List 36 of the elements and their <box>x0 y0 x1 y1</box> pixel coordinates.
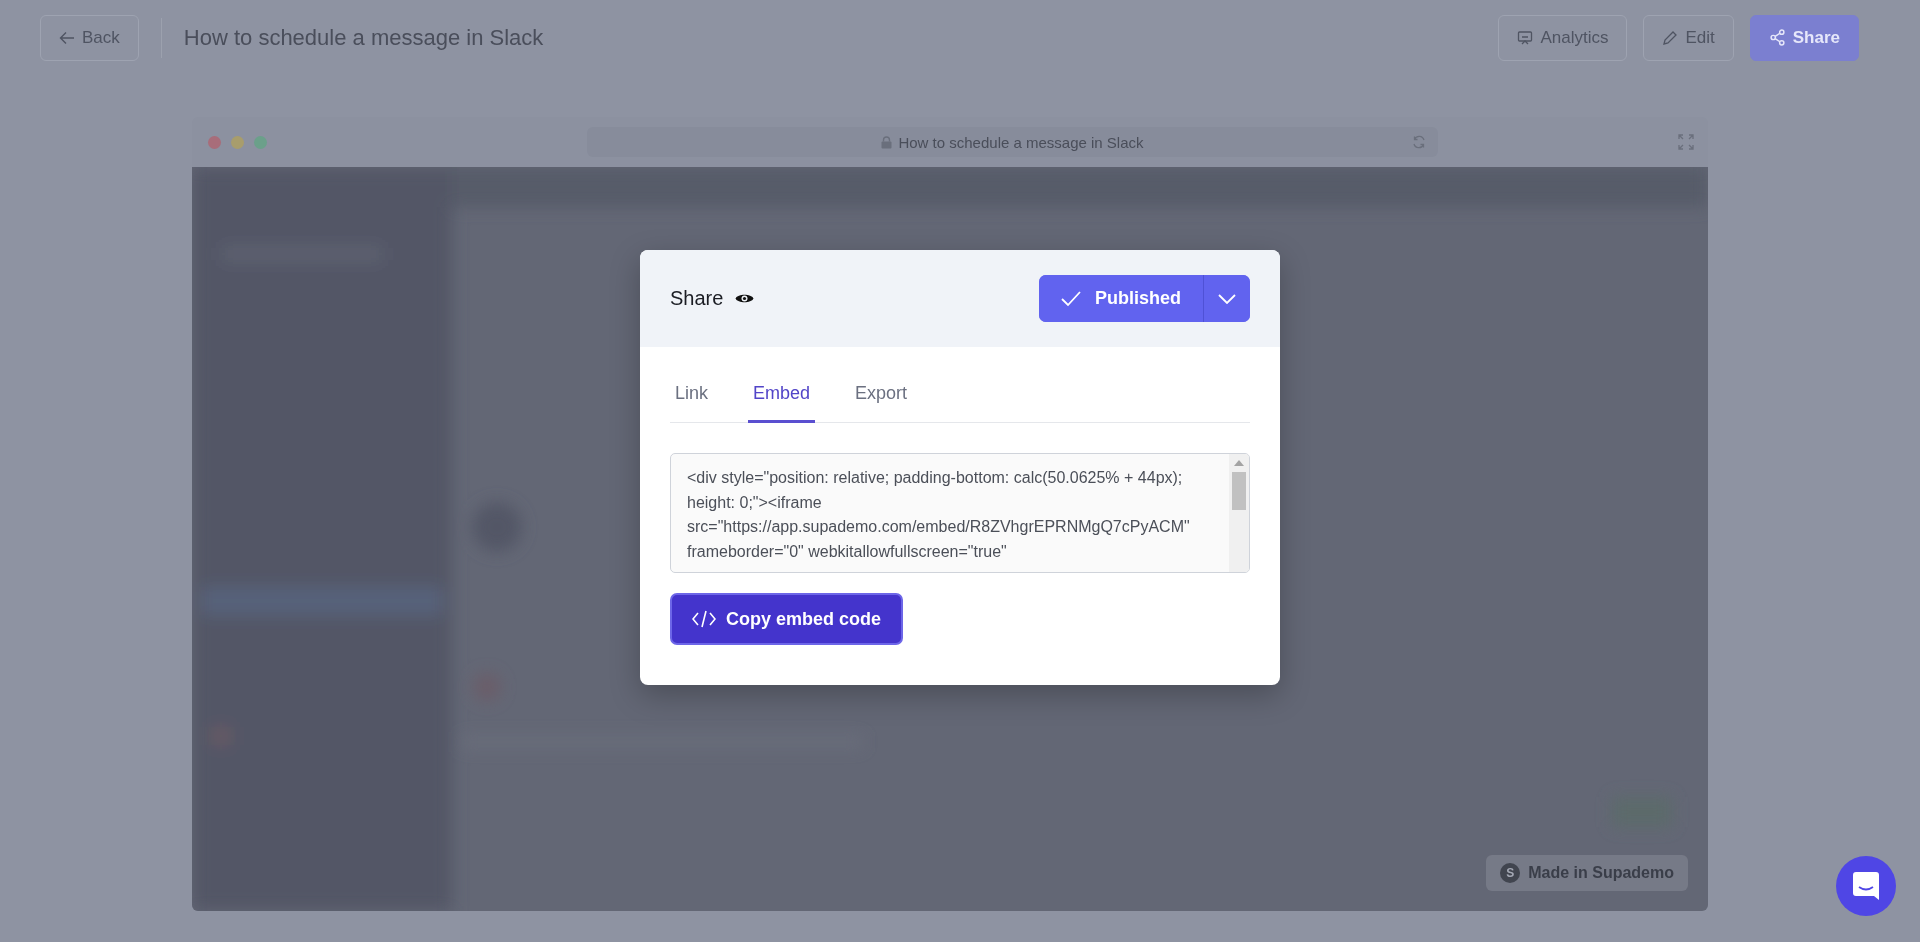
fullscreen-icon[interactable] <box>1678 134 1694 150</box>
embed-code-field[interactable]: <div style="position: relative; padding-bottom: calc(50.0625% + 44px); height: 0;"><iframe src="https://app.supademo.com/embed/R8ZVhgrEPRNMgQ7cPyACM" frameborder="0" webkitallowfullscreen="true" <box>670 453 1250 573</box>
logo-icon: S <box>1500 863 1521 883</box>
presentation-icon <box>1517 29 1534 46</box>
tab[interactable]: Link <box>670 375 714 423</box>
eye-icon <box>735 292 755 305</box>
code-icon <box>692 610 716 628</box>
chevron-down-icon <box>1218 293 1236 304</box>
page-title: How to schedule a message in Slack <box>183 24 544 51</box>
chat-button[interactable] <box>1836 856 1896 916</box>
tab[interactable]: Embed <box>748 375 816 423</box>
analytics-button[interactable]: Analytics <box>1498 14 1628 61</box>
chat-icon <box>1853 872 1879 900</box>
published-button[interactable]: Published <box>1039 275 1204 322</box>
tab[interactable]: Export <box>850 375 913 423</box>
window-dot[interactable] <box>208 135 221 149</box>
reload-icon[interactable] <box>1412 135 1426 149</box>
address-bar[interactable]: How to schedule a message in Slack <box>587 127 1438 157</box>
scrollbar[interactable] <box>1229 454 1249 572</box>
share-button[interactable]: Share <box>1749 14 1859 61</box>
badge-text: Made in Supademo <box>1528 864 1674 882</box>
made-in-badge[interactable]: S Made in Supademo <box>1486 855 1688 891</box>
window-dot[interactable] <box>254 135 267 149</box>
check-icon <box>1061 290 1081 307</box>
lock-icon <box>881 135 893 149</box>
edit-button[interactable]: Edit <box>1643 14 1734 61</box>
scroll-up-icon[interactable] <box>1234 460 1244 466</box>
window-dot[interactable] <box>231 135 244 149</box>
pencil-icon <box>1662 29 1679 46</box>
dialog-title: Share <box>670 287 724 310</box>
scrollbar-thumb[interactable] <box>1232 472 1246 510</box>
address-text: How to schedule a message in Slack <box>898 133 1144 151</box>
back-button[interactable]: Back <box>40 14 139 61</box>
copy-embed-code-button[interactable]: Copy embed code <box>670 593 904 645</box>
share-icon <box>1768 29 1786 46</box>
arrow-left-icon <box>59 30 75 45</box>
